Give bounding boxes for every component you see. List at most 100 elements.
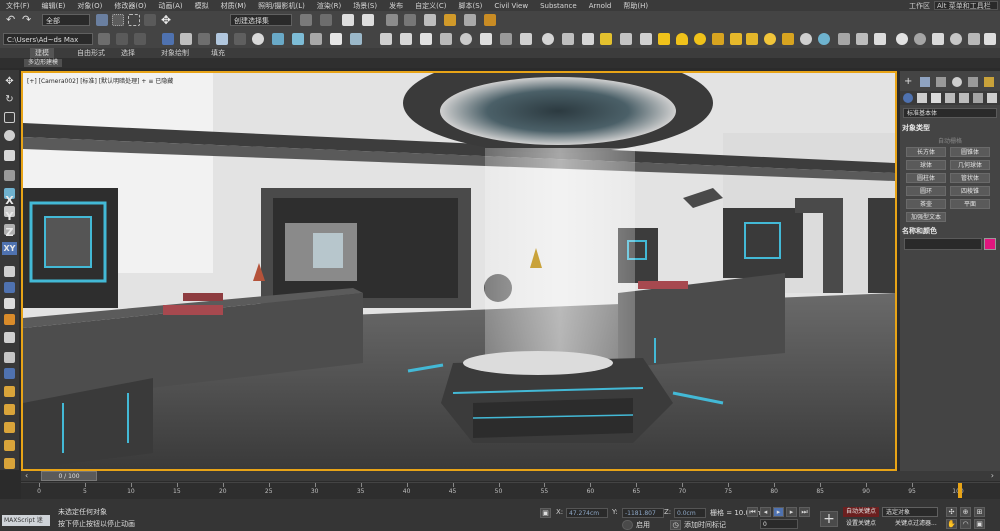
axis-y-icon[interactable]: Y <box>2 210 17 223</box>
perspective-viewport[interactable]: [+] [Camera002] [标准] [默认明暗处理] + ≡ 已隐藏 <box>21 71 897 471</box>
lock-selection-icon[interactable]: ▣ <box>540 508 551 518</box>
utilities-tab-icon[interactable] <box>984 77 994 87</box>
window-crossing-icon[interactable] <box>144 14 156 26</box>
spinner-snap-icon[interactable] <box>216 33 228 45</box>
axis-z-icon[interactable]: Z <box>2 226 17 239</box>
arnold-sky-icon[interactable] <box>658 33 670 45</box>
target-icon[interactable] <box>330 33 342 45</box>
light-bulb-icon[interactable] <box>460 33 472 45</box>
mirror-tool-icon[interactable] <box>4 332 15 343</box>
arnold-light-icon[interactable] <box>600 33 612 45</box>
arnold-photometric-icon[interactable] <box>782 33 794 45</box>
modify-tab-icon[interactable] <box>920 77 930 87</box>
shader-icon[interactable] <box>984 33 996 45</box>
arnold-render-icon[interactable] <box>620 33 632 45</box>
enable-toggle-icon[interactable] <box>622 520 633 530</box>
move-icon[interactable]: ✥ <box>4 76 15 87</box>
key-filters-button[interactable]: 关键点过滤器... <box>895 519 937 529</box>
place-highlight-icon[interactable] <box>4 440 15 451</box>
prev-frame-icon[interactable]: ◂ <box>760 507 771 517</box>
x-coordinate[interactable]: 47.274cm <box>566 508 608 518</box>
menu-rendering[interactable]: 渲染(R) <box>311 1 347 11</box>
menu-edit[interactable]: 编辑(E) <box>36 1 72 11</box>
slider-prev-icon[interactable]: ‹ <box>25 471 28 481</box>
tab-freeform[interactable]: 自由形式 <box>72 48 110 58</box>
render-setup-icon[interactable] <box>444 14 456 26</box>
fog-icon[interactable] <box>440 33 452 45</box>
shapes-icon[interactable] <box>917 93 927 103</box>
normal-align-icon[interactable] <box>4 422 15 433</box>
unlink-icon[interactable] <box>4 170 15 181</box>
particles-icon[interactable] <box>874 33 886 45</box>
workspace-select[interactable]: Alt 菜单和工具栏 <box>934 1 998 10</box>
tab-object-paint[interactable]: 对象绘制 <box>156 48 194 58</box>
helpers-icon[interactable] <box>959 93 969 103</box>
arnold-sun-icon[interactable] <box>764 33 776 45</box>
checker-icon[interactable] <box>968 33 980 45</box>
object-name-field[interactable] <box>904 238 982 250</box>
lights-icon[interactable] <box>931 93 941 103</box>
mirror-icon[interactable] <box>300 14 312 26</box>
geosphere-button[interactable]: 几何球体 <box>950 160 990 170</box>
go-to-start-icon[interactable]: ⏮ <box>747 507 758 517</box>
hair-icon[interactable] <box>838 33 850 45</box>
grass-icon[interactable] <box>856 33 868 45</box>
maximize-viewport-icon[interactable]: ▣ <box>974 519 985 529</box>
arnold-spot-icon[interactable] <box>730 33 742 45</box>
scale-icon[interactable] <box>4 112 15 123</box>
arnold-volume-icon[interactable] <box>818 33 830 45</box>
move-icon[interactable]: ✥ <box>160 14 172 26</box>
menu-lights-cameras[interactable]: 照明/摄影机(L) <box>252 1 311 11</box>
menu-scripting[interactable]: 脚本(S) <box>452 1 488 11</box>
camera-icon[interactable] <box>310 33 322 45</box>
arnold-camera-icon[interactable] <box>640 33 652 45</box>
orbit-icon[interactable]: ✣ <box>946 507 957 517</box>
physical-sky-icon[interactable] <box>800 33 812 45</box>
geometry-icon[interactable] <box>903 93 913 103</box>
menu-animation[interactable]: 动画(A) <box>152 1 188 11</box>
axis-x-icon[interactable]: X <box>2 194 17 207</box>
scene-explorer-icon[interactable] <box>362 14 374 26</box>
project-path-field[interactable]: C:\Users\Ad~ds Max 2022 <box>3 33 93 56</box>
next-frame-icon[interactable]: ▸ <box>786 507 797 517</box>
auto-key-button[interactable]: 自动关键点 <box>843 507 880 517</box>
sun-positioner-icon[interactable] <box>500 33 512 45</box>
layer-explorer-icon[interactable] <box>342 14 354 26</box>
pan-icon[interactable]: ✋ <box>946 519 957 529</box>
z-coordinate[interactable]: 0.0cm <box>674 508 706 518</box>
teapot-icon[interactable] <box>542 33 554 45</box>
polygon-modeling-label[interactable]: 多边形建模 <box>24 59 63 67</box>
axis-xy-icon[interactable]: XY <box>2 242 17 255</box>
create-tab-icon[interactable]: + <box>904 77 914 87</box>
plane-button[interactable]: 平面 <box>950 199 990 209</box>
snap-toggle-icon[interactable] <box>162 33 174 45</box>
slider-next-icon[interactable]: › <box>991 471 994 481</box>
select-object-icon[interactable] <box>96 14 108 26</box>
omni-light-icon[interactable] <box>292 33 304 45</box>
place-icon[interactable] <box>4 130 15 141</box>
xref-icon[interactable] <box>380 33 392 45</box>
menu-publish[interactable]: 发布 <box>383 1 409 11</box>
maxscript-listener[interactable]: MAXScript 迷 <box>2 515 50 526</box>
gray-sphere-icon[interactable] <box>914 33 926 45</box>
arnold-gear-icon[interactable] <box>712 33 724 45</box>
object-color-swatch[interactable] <box>984 238 996 250</box>
zoom-all-icon[interactable]: ⊞ <box>974 507 985 517</box>
spinner-snap-toggle-icon[interactable] <box>4 314 15 325</box>
motion-tab-icon[interactable] <box>952 77 962 87</box>
paint-select-icon[interactable] <box>4 386 15 397</box>
menu-simulate[interactable]: 模拟 <box>189 1 215 11</box>
track-bar[interactable]: 0510152025303540455055606570758085909510… <box>21 482 1000 499</box>
select-by-name-icon[interactable] <box>112 14 124 26</box>
pyramid-button[interactable]: 四棱锥 <box>950 186 990 196</box>
rect-select-icon[interactable] <box>128 14 140 26</box>
undo-icon[interactable]: ↶ <box>6 14 18 26</box>
selection-filter-select[interactable]: 全部 <box>42 14 90 26</box>
object-category-select[interactable]: 标准基本体 <box>903 108 997 118</box>
go-to-end-icon[interactable]: ⏭ <box>799 507 810 517</box>
named-selection-set-select[interactable]: 创建选择集 <box>230 14 292 26</box>
time-slider-knob[interactable]: 0 / 100 <box>41 471 97 481</box>
menu-object[interactable]: 对象(O) <box>71 1 108 11</box>
snap-3d-icon[interactable] <box>4 266 15 277</box>
torus-button[interactable]: 圆环 <box>906 186 946 196</box>
